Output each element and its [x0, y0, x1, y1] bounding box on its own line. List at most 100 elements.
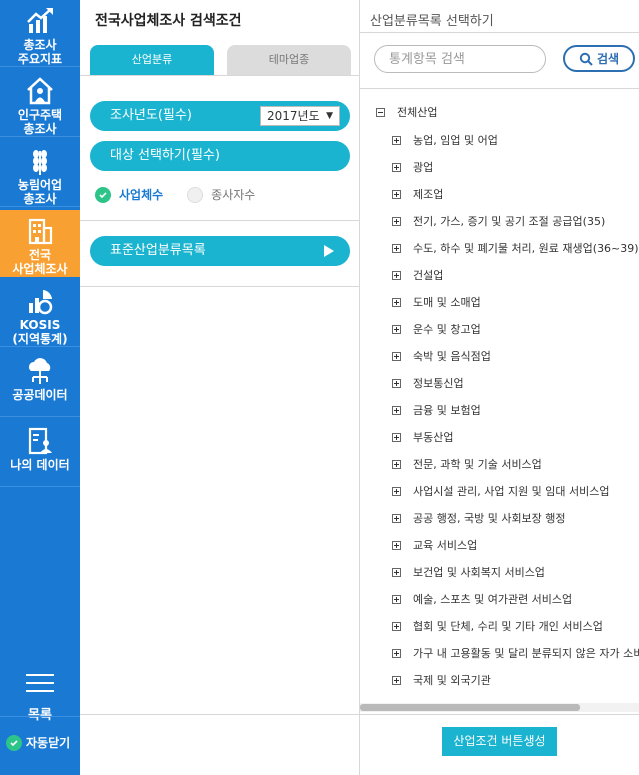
bottom-divider: [360, 714, 639, 715]
tree-root-item[interactable]: 전체산업: [376, 104, 437, 120]
tree-item-label: 교육 서비스업: [413, 539, 478, 552]
tree-item[interactable]: 정보통신업: [392, 375, 464, 391]
expand-icon[interactable]: [392, 297, 401, 307]
search-button[interactable]: 검색: [563, 45, 635, 72]
tree-item-label: 정보통신업: [413, 377, 464, 390]
sidebar-item-label: 총조사: [23, 38, 57, 52]
year-select[interactable]: 2017년도 ▼: [260, 106, 340, 126]
target-radio-group: 사업체수 종사자수: [95, 186, 255, 203]
tree-item[interactable]: 금융 및 보험업: [392, 402, 481, 418]
sidebar-item-label: 전국: [28, 248, 52, 262]
industry-list-panel: 산업분류목록 선택하기 검색 전체산업 농업, 임업 및 어업 광업 제조업 전…: [360, 0, 639, 775]
expand-icon[interactable]: [392, 459, 401, 469]
sidebar-item-business-survey[interactable]: 전국 사업체조사: [0, 210, 80, 277]
tree-item-label: 농업, 임업 및 어업: [413, 134, 498, 147]
tree-item-label: 전기, 가스, 증기 및 공기 조절 공급업(35): [413, 215, 606, 228]
tree-item[interactable]: 전기, 가스, 증기 및 공기 조절 공급업(35): [392, 213, 605, 229]
generate-condition-button[interactable]: 산업조건 버튼생성: [442, 727, 557, 756]
expand-icon[interactable]: [392, 351, 401, 361]
tree-item[interactable]: 전문, 과학 및 기술 서비스업: [392, 456, 542, 472]
tree-item-label: 금융 및 보험업: [413, 404, 481, 417]
radio-selected-icon[interactable]: [95, 186, 111, 203]
menu-label: 목록: [28, 708, 52, 723]
expand-icon[interactable]: [392, 405, 401, 415]
expand-icon[interactable]: [392, 432, 401, 442]
sidebar-item-label: KOSIS: [19, 318, 61, 332]
tree-item[interactable]: 협회 및 단체, 수리 및 기타 개인 서비스업: [392, 618, 603, 634]
expand-icon[interactable]: [392, 216, 401, 226]
tree-item-label: 사업시설 관리, 사업 지원 및 임대 서비스업: [413, 485, 610, 498]
check-icon: [6, 734, 22, 751]
sidebar-item-my-data[interactable]: 나의 데이터: [0, 420, 80, 487]
tree-item[interactable]: 보건업 및 사회복지 서비스업: [392, 564, 545, 580]
expand-icon[interactable]: [392, 513, 401, 523]
sidebar-item-agriculture-census[interactable]: 농림어업 총조사: [0, 140, 80, 207]
expand-icon[interactable]: [392, 189, 401, 199]
tree-item[interactable]: 공공 행정, 국방 및 사회보장 행정: [392, 510, 566, 526]
tree-item[interactable]: 운수 및 창고업: [392, 321, 481, 337]
classification-list-button[interactable]: 표준산업분류목록: [90, 236, 350, 266]
tree-item[interactable]: 도매 및 소매업: [392, 294, 481, 310]
collapse-icon[interactable]: [376, 107, 385, 117]
search-conditions-panel: 전국사업체조사 검색조건 산업분류 테마업종 조사년도(필수) 2017년도 ▼…: [80, 0, 360, 775]
expand-icon[interactable]: [392, 270, 401, 280]
tree-item-label: 가구 내 고용활동 및 달리 분류되지 않은 자가 소비: [413, 647, 639, 660]
building-icon: [28, 218, 53, 245]
sidebar-item-label: 사업체조사: [12, 262, 68, 276]
expand-icon[interactable]: [392, 162, 401, 172]
tab-industry-classification[interactable]: 산업분류: [90, 45, 214, 75]
expand-icon[interactable]: [392, 378, 401, 388]
section-divider: [80, 286, 360, 287]
tree-item[interactable]: 가구 내 고용활동 및 달리 분류되지 않은 자가 소비: [392, 645, 639, 661]
tree-item[interactable]: 교육 서비스업: [392, 537, 477, 553]
expand-icon[interactable]: [392, 243, 401, 253]
expand-icon[interactable]: [392, 135, 401, 145]
expand-icon[interactable]: [392, 621, 401, 631]
radio-label-business-count[interactable]: 사업체수: [119, 186, 163, 203]
sidebar-item-census-indicators[interactable]: 총조사 주요지표: [0, 0, 80, 67]
tree-item[interactable]: 국제 및 외국기관: [392, 672, 491, 688]
tree-item[interactable]: 광업: [392, 159, 433, 175]
sidebar-item-label: (지역통계): [12, 332, 68, 346]
search-input[interactable]: [374, 45, 546, 73]
pie-bar-icon: [29, 290, 53, 315]
scrollbar-thumb[interactable]: [360, 704, 580, 711]
tree-item-label: 도매 및 소매업: [413, 296, 481, 309]
sidebar-item-public-data[interactable]: 공공데이터: [0, 350, 80, 417]
expand-icon[interactable]: [392, 567, 401, 577]
expand-icon[interactable]: [392, 540, 401, 550]
tree-item-label: 수도, 하수 및 폐기물 처리, 원료 재생업(36~39): [413, 242, 639, 255]
expand-icon[interactable]: [392, 675, 401, 685]
tree-item-label: 부동산업: [413, 431, 454, 444]
tree-item[interactable]: 농업, 임업 및 어업: [392, 132, 498, 148]
tree-item[interactable]: 건설업: [392, 267, 443, 283]
tree-item[interactable]: 예술, 스포츠 및 여가관련 서비스업: [392, 591, 572, 607]
sidebar-item-population-census[interactable]: 인구주택 총조사: [0, 70, 80, 137]
tree-item[interactable]: 부동산업: [392, 429, 453, 445]
expand-icon[interactable]: [392, 324, 401, 334]
tree-item-label: 광업: [413, 161, 434, 174]
expand-icon[interactable]: [392, 486, 401, 496]
year-value: 2017년도: [267, 109, 320, 123]
hamburger-icon: [26, 672, 54, 694]
tree-item-label: 예술, 스포츠 및 여가관련 서비스업: [413, 593, 573, 606]
autoclose-label: 자동닫기: [26, 736, 71, 750]
tree-item-label: 제조업: [413, 188, 444, 201]
tab-theme-industry[interactable]: 테마업종: [227, 45, 351, 75]
wheat-icon: [33, 150, 47, 175]
tab-divider: [80, 75, 360, 76]
tree-item-label: 보건업 및 사회복지 서비스업: [413, 566, 545, 579]
expand-icon[interactable]: [392, 648, 401, 658]
year-row: 조사년도(필수) 2017년도 ▼: [90, 101, 350, 131]
tree-item-label: 건설업: [413, 269, 444, 282]
target-select-button[interactable]: 대상 선택하기(필수): [90, 141, 350, 171]
autoclose-toggle[interactable]: 자동닫기: [6, 734, 70, 751]
tree-item[interactable]: 사업시설 관리, 사업 지원 및 임대 서비스업: [392, 483, 610, 499]
radio-unselected-icon[interactable]: [187, 186, 204, 203]
tree-item[interactable]: 수도, 하수 및 폐기물 처리, 원료 재생업(36~39): [392, 240, 639, 256]
sidebar-item-kosis[interactable]: KOSIS (지역통계): [0, 280, 80, 347]
expand-icon[interactable]: [392, 594, 401, 604]
tree-item[interactable]: 숙박 및 음식점업: [392, 348, 491, 364]
radio-label-employee-count[interactable]: 종사자수: [211, 186, 255, 203]
tree-item[interactable]: 제조업: [392, 186, 443, 202]
